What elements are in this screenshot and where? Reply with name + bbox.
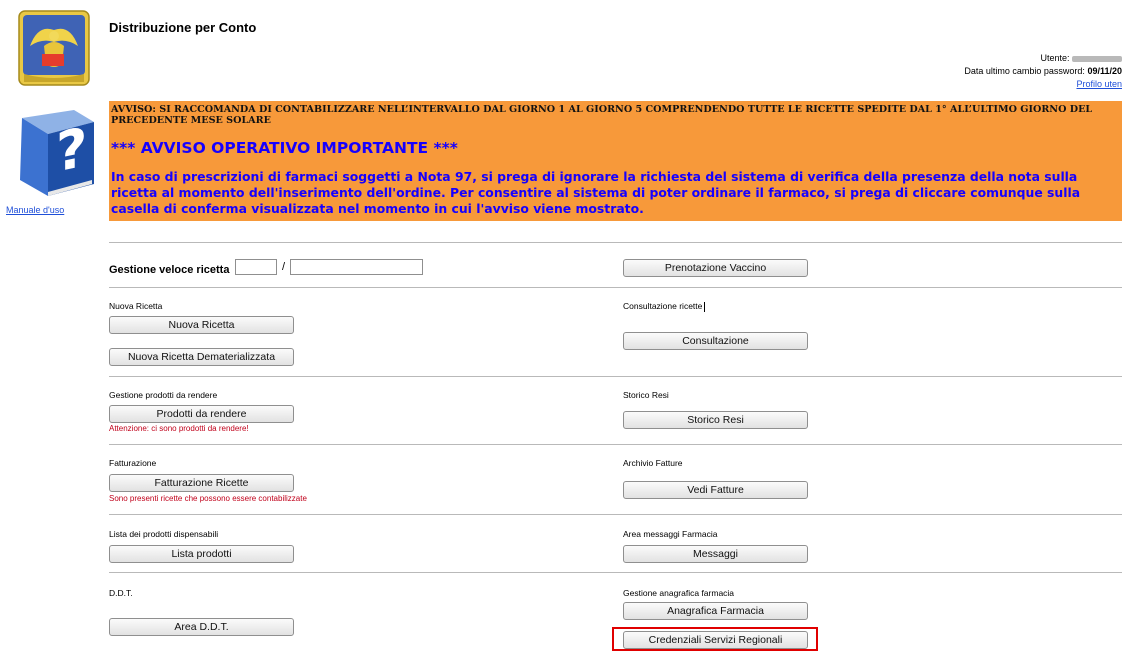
notice-banner: AVVISO: SI RACCOMANDA DI CONTABILIZZARE …: [109, 101, 1122, 221]
notice-heading: *** AVVISO OPERATIVO IMPORTANTE ***: [111, 139, 458, 157]
svg-text:?: ?: [56, 115, 87, 185]
consultazione-label: Consultazione ricette: [623, 301, 706, 312]
masked-username: [1072, 55, 1122, 62]
quick-recipe-label: Gestione veloce ricetta: [109, 264, 230, 276]
manual-link[interactable]: Manuale d'uso: [6, 205, 64, 215]
profile-link[interactable]: Profilo uten: [1076, 79, 1122, 89]
storico-resi-button[interactable]: Storico Resi: [623, 411, 808, 429]
divider: [109, 242, 1122, 243]
divider: [109, 572, 1122, 573]
lista-prodotti-label: Lista dei prodotti dispensabili: [109, 529, 219, 539]
user-label: Utente:: [1040, 53, 1070, 63]
prodotti-rendere-button[interactable]: Prodotti da rendere: [109, 405, 294, 423]
anagrafica-label: Gestione anagrafica farmacia: [623, 588, 735, 598]
password-label: Data ultimo cambio password:: [964, 66, 1085, 76]
consultazione-button[interactable]: Consultazione: [623, 332, 808, 350]
notice-line-1: AVVISO: SI RACCOMANDA DI CONTABILIZZARE …: [111, 104, 1093, 126]
archivio-fatture-label: Archivio Fatture: [623, 458, 683, 468]
help-book-icon[interactable]: ?: [8, 104, 100, 200]
fatturazione-label: Fatturazione: [109, 458, 157, 468]
anagrafica-farmacia-button[interactable]: Anagrafica Farmacia: [623, 602, 808, 620]
vedi-fatture-button[interactable]: Vedi Fatture: [623, 481, 808, 499]
nuova-ricetta-label: Nuova Ricetta: [109, 301, 163, 311]
notice-body: In caso di prescrizioni di farmaci sogge…: [111, 169, 1081, 216]
messaggi-button[interactable]: Messaggi: [623, 545, 808, 563]
fatturazione-warning: Sono presenti ricette che possono essere…: [109, 494, 307, 503]
password-date: 09/11/20: [1087, 66, 1122, 76]
divider: [109, 376, 1122, 377]
divider: [109, 444, 1122, 445]
quick-recipe-field-2[interactable]: [290, 259, 423, 275]
prodotti-rendere-label: Gestione prodotti da rendere: [109, 390, 218, 400]
user-info: Utente: Data ultimo cambio password: 09/…: [964, 52, 1122, 91]
nuova-ricetta-button[interactable]: Nuova Ricetta: [109, 316, 294, 334]
messaggi-label: Area messaggi Farmacia: [623, 529, 718, 539]
regione-logo: [18, 10, 90, 86]
divider: [109, 514, 1122, 515]
app-title: Distribuzione per Conto: [109, 20, 257, 35]
ddt-label: D.D.T.: [109, 588, 133, 598]
lista-prodotti-button[interactable]: Lista prodotti: [109, 545, 294, 563]
area-ddt-button[interactable]: Area D.D.T.: [109, 618, 294, 636]
storico-resi-label: Storico Resi: [623, 390, 669, 400]
quick-recipe-field-1[interactable]: [235, 259, 277, 275]
quick-separator: /: [282, 261, 286, 273]
fatturazione-button[interactable]: Fatturazione Ricette: [109, 474, 294, 492]
highlight-box: [612, 627, 818, 651]
prenotazione-vaccino-button[interactable]: Prenotazione Vaccino: [623, 259, 808, 277]
rendere-warning: Attenzione: ci sono prodotti da rendere!: [109, 424, 249, 433]
divider: [109, 287, 1122, 288]
nuova-ricetta-demat-button[interactable]: Nuova Ricetta Dematerializzata: [109, 348, 294, 366]
